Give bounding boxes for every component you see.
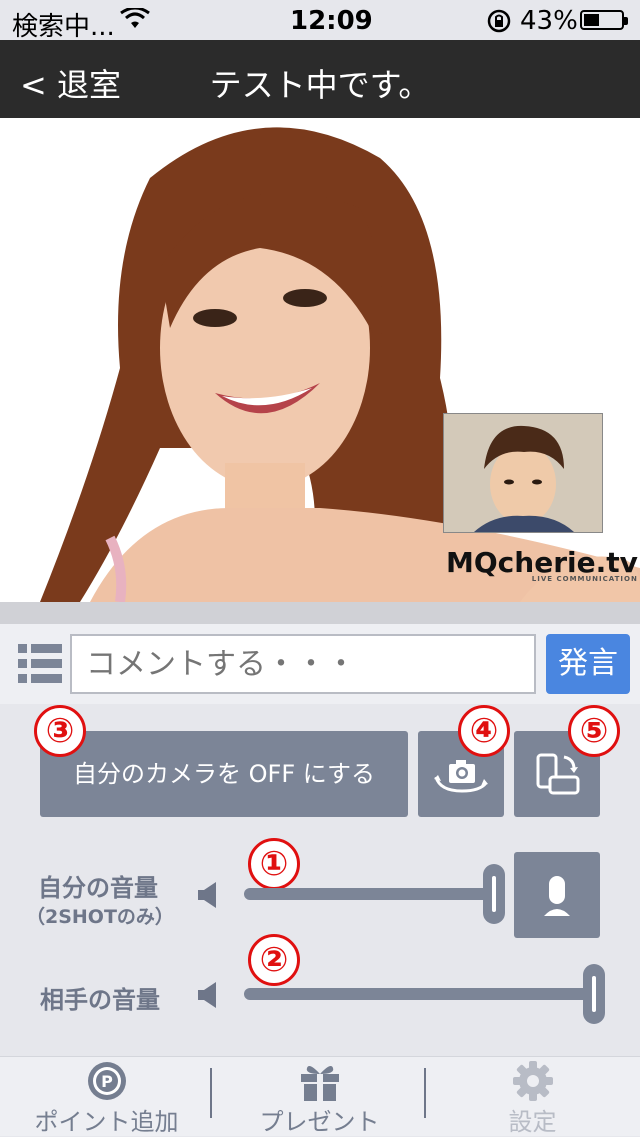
navigation-bar: < 退室 テスト中です。 (0, 40, 640, 118)
clock-text: 12:09 (290, 6, 373, 36)
step-badge-1: ① (248, 838, 300, 890)
microphone-icon (544, 876, 570, 916)
self-camera-image (444, 414, 602, 532)
battery-icon (580, 10, 628, 30)
carrier-text: 検索中... (12, 12, 115, 42)
self-volume-slider-track[interactable] (244, 888, 494, 900)
divider (0, 602, 640, 624)
self-volume-label: 自分の音量 (38, 874, 158, 902)
step-badge-3: ③ (34, 705, 86, 757)
tab-add-points-label: ポイント追加 (34, 1108, 179, 1136)
step-badge-2: ② (248, 934, 300, 986)
microphone-button[interactable] (514, 852, 600, 938)
gear-icon (512, 1061, 553, 1101)
leave-room-button[interactable]: < 退室 (20, 60, 121, 106)
tab-settings-label: 設定 (508, 1108, 557, 1136)
self-volume-sublabel: （2SHOTのみ） (26, 906, 174, 928)
partner-volume-slider-handle[interactable] (583, 964, 605, 1024)
svg-text:P: P (101, 1072, 113, 1091)
tab-separator (210, 1068, 212, 1118)
brand-logo: MQcherie.tv LIVE COMMUNICATION (446, 546, 638, 583)
tab-settings[interactable]: 設定 (426, 1060, 639, 1137)
wifi-icon (120, 8, 150, 28)
gift-icon (300, 1066, 339, 1101)
step-badge-4: ④ (458, 705, 510, 757)
partner-volume-slider-track[interactable] (244, 988, 594, 1000)
speaker-icon (198, 882, 216, 908)
point-icon: P (87, 1062, 126, 1100)
tab-present[interactable]: プレゼント (213, 1060, 426, 1137)
speaker-icon (198, 982, 216, 1008)
step-badge-5: ⑤ (568, 705, 620, 757)
self-camera-preview[interactable] (443, 413, 603, 533)
list-icon[interactable] (18, 644, 62, 684)
tab-add-points[interactable]: P ポイント追加 (0, 1060, 213, 1137)
tab-present-label: プレゼント (259, 1108, 380, 1136)
status-bar: 検索中... 12:09 43% (0, 0, 640, 42)
battery-percent: 43% (520, 6, 578, 36)
comment-input[interactable] (70, 634, 536, 694)
partner-volume-label: 相手の音量 (40, 986, 160, 1014)
rotation-lock-icon (487, 9, 511, 33)
send-comment-button[interactable]: 発言 (546, 634, 630, 694)
self-volume-slider-handle[interactable] (483, 864, 505, 924)
camera-off-button[interactable]: 自分のカメラを OFF にする (40, 731, 408, 817)
